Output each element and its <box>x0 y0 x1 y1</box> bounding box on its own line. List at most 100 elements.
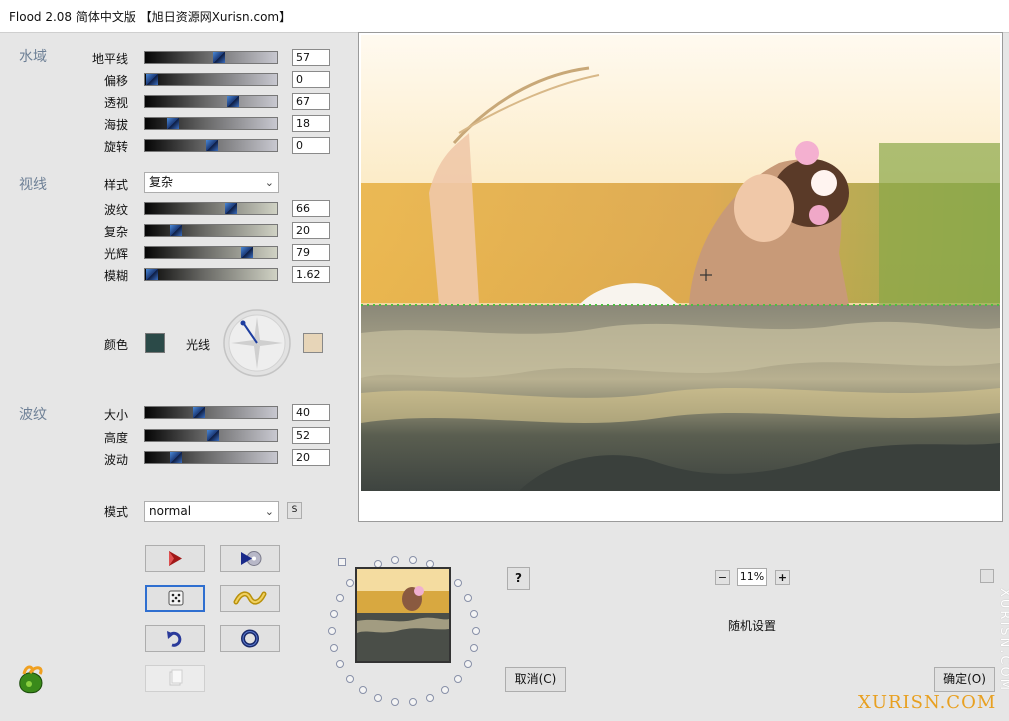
document-icon <box>169 669 183 686</box>
preset-dot[interactable] <box>453 674 462 683</box>
preview-thumbnail[interactable] <box>355 567 451 663</box>
blur-value[interactable]: 1.62 <box>292 266 330 283</box>
slider-thumb[interactable] <box>146 74 158 85</box>
preset-dot[interactable] <box>469 609 478 618</box>
rotation-label: 旋转 <box>103 140 128 154</box>
offset-label: 偏移 <box>103 74 128 88</box>
slider-thumb[interactable] <box>170 452 182 463</box>
render-button[interactable] <box>145 545 205 572</box>
offset-slider[interactable] <box>144 73 278 86</box>
slider-thumb[interactable] <box>227 96 239 107</box>
preset-dot[interactable] <box>374 694 383 703</box>
wave-preset-button[interactable] <box>220 585 280 612</box>
preset-dot[interactable] <box>440 686 449 695</box>
preview-image <box>361 35 1000 521</box>
slider-thumb[interactable] <box>146 269 158 280</box>
height-slider[interactable] <box>144 429 278 442</box>
horizon-slider[interactable] <box>144 51 278 64</box>
preset-dot[interactable] <box>472 627 480 635</box>
glow-slider[interactable] <box>144 246 278 259</box>
paste-button[interactable] <box>145 665 205 692</box>
height-value[interactable]: 52 <box>292 427 330 444</box>
play-red-icon <box>169 551 182 566</box>
preview-panel[interactable] <box>358 32 1003 522</box>
size-slider[interactable] <box>144 406 278 419</box>
preset-dot[interactable] <box>425 694 434 703</box>
expand-icon[interactable] <box>980 569 994 583</box>
blur-slider[interactable] <box>144 268 278 281</box>
horizon-value[interactable]: 57 <box>292 49 330 66</box>
preset-dot[interactable] <box>391 555 400 564</box>
preset-dot[interactable] <box>336 660 345 669</box>
preset-dot[interactable] <box>336 593 345 602</box>
mode-dropdown[interactable]: normal ⌄ <box>144 501 279 522</box>
view-section-title: 视线 <box>19 177 47 193</box>
slider-thumb[interactable] <box>167 118 179 129</box>
glow-value[interactable]: 79 <box>292 244 330 261</box>
light-color-swatch[interactable] <box>303 333 323 353</box>
preset-dot[interactable] <box>359 686 368 695</box>
ok-button[interactable]: 确定(O) <box>934 667 995 692</box>
style-value: 复杂 <box>149 175 174 189</box>
rotation-value[interactable]: 0 <box>292 137 330 154</box>
preset-dot[interactable] <box>330 644 339 653</box>
list-toggle-icon[interactable] <box>338 558 346 566</box>
zoom-out-button[interactable]: − <box>715 570 730 585</box>
preset-dot[interactable] <box>469 644 478 653</box>
preset-dot[interactable] <box>328 627 336 635</box>
water-color-swatch[interactable] <box>145 333 165 353</box>
undulation-label: 波动 <box>103 453 128 467</box>
size-value[interactable]: 40 <box>292 404 330 421</box>
complexity-slider[interactable] <box>144 224 278 237</box>
slider-thumb[interactable] <box>193 407 205 418</box>
slider-thumb[interactable] <box>213 52 225 63</box>
slider-thumb[interactable] <box>207 430 219 441</box>
preset-dot[interactable] <box>346 674 355 683</box>
preset-dot[interactable] <box>408 698 417 707</box>
preset-dot[interactable] <box>408 555 417 564</box>
perspective-slider[interactable] <box>144 95 278 108</box>
preset-dot[interactable] <box>330 609 339 618</box>
chevron-down-icon: ⌄ <box>264 505 274 518</box>
undulation-value[interactable]: 20 <box>292 449 330 466</box>
randomize-button[interactable] <box>145 585 205 612</box>
zoom-level: 11% <box>737 568 767 586</box>
altitude-slider[interactable] <box>144 117 278 130</box>
mode-value: normal <box>149 504 192 518</box>
undulation-slider[interactable] <box>144 451 278 464</box>
preset-dot[interactable] <box>463 593 472 602</box>
rotation-slider[interactable] <box>144 139 278 152</box>
slider-thumb[interactable] <box>225 203 237 214</box>
height-label: 高度 <box>103 431 128 445</box>
cancel-button[interactable]: 取消(C) <box>505 667 566 692</box>
color-label: 颜色 <box>103 338 128 352</box>
render-to-file-button[interactable] <box>220 545 280 572</box>
altitude-value[interactable]: 18 <box>292 115 330 132</box>
help-button[interactable]: ? <box>507 567 530 590</box>
complexity-value[interactable]: 20 <box>292 222 330 239</box>
perspective-value[interactable]: 67 <box>292 93 330 110</box>
preset-dot[interactable] <box>463 660 472 669</box>
mode-small-button[interactable]: S <box>287 502 302 519</box>
undo-button[interactable] <box>145 625 205 652</box>
style-dropdown[interactable]: 复杂 ⌄ <box>144 172 279 193</box>
preset-dot[interactable] <box>391 698 400 707</box>
ring-icon <box>241 629 259 648</box>
preset-dot[interactable] <box>346 579 355 588</box>
slider-thumb[interactable] <box>170 225 182 236</box>
mode-label: 模式 <box>103 505 128 519</box>
reset-button[interactable] <box>220 625 280 652</box>
offset-value[interactable]: 0 <box>292 71 330 88</box>
wave-gold-icon <box>233 591 267 605</box>
ripple-slider[interactable] <box>144 202 278 215</box>
ripple-value[interactable]: 66 <box>292 200 330 217</box>
dice-icon <box>168 590 184 606</box>
zoom-in-button[interactable]: + <box>775 570 790 585</box>
altitude-label: 海拔 <box>103 118 128 132</box>
slider-thumb[interactable] <box>206 140 218 151</box>
light-direction-dial[interactable] <box>222 308 292 378</box>
slider-thumb[interactable] <box>241 247 253 258</box>
preset-dot[interactable] <box>453 579 462 588</box>
perspective-label: 透视 <box>103 96 128 110</box>
light-label: 光线 <box>186 338 211 352</box>
